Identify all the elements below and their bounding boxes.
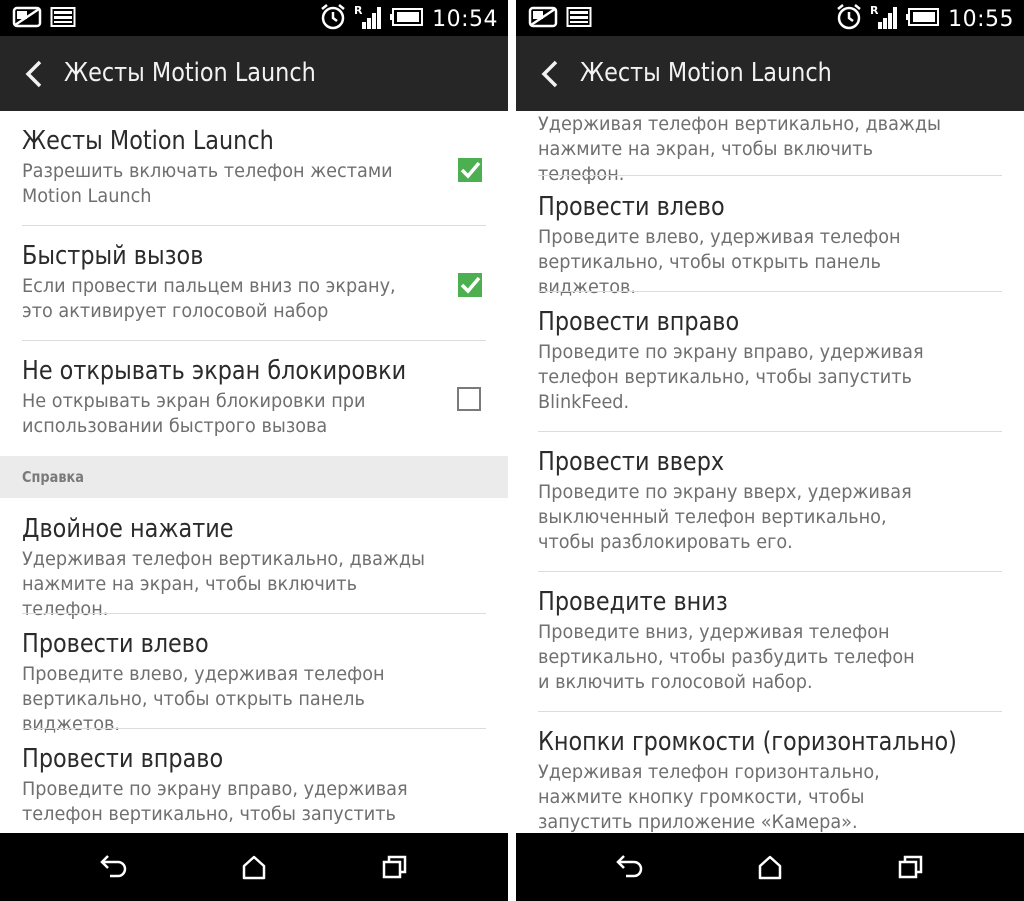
- divider: [22, 613, 486, 614]
- help-description: Проведите вниз, удерживая телефон вертик…: [538, 621, 915, 693]
- divider: [538, 571, 1002, 572]
- signal-roaming-icon: R: [870, 3, 898, 36]
- setting-title: Быстрый вызов: [22, 241, 204, 271]
- setting-skip-lockscreen[interactable]: Не открывать экран блокировки Не открыва…: [22, 355, 486, 439]
- page-title: Жесты Motion Launch: [64, 58, 316, 88]
- action-bar: Жесты Motion Launch: [0, 36, 508, 111]
- help-title: Провести влево: [538, 192, 725, 222]
- back-nav-button[interactable]: [612, 849, 648, 885]
- help-double-tap[interactable]: Двойное нажатие Удерживая телефон вертик…: [22, 513, 486, 622]
- alarm-icon: [320, 3, 346, 36]
- divider: [22, 225, 486, 226]
- setting-description: Разрешить включать телефон жестами Motio…: [22, 160, 393, 207]
- help-description: Проведите влево, удерживая телефон верти…: [538, 226, 901, 298]
- clock: 10:54: [432, 7, 498, 32]
- recents-button[interactable]: [376, 849, 412, 885]
- section-header-help: Справка: [0, 456, 508, 498]
- setting-quick-call[interactable]: Быстрый вызов Если провести пальцем вниз…: [22, 240, 486, 324]
- svg-text:R: R: [354, 4, 363, 17]
- screen-off-icon: [528, 6, 558, 33]
- battery-icon: [906, 6, 940, 33]
- divider: [538, 431, 1002, 432]
- setting-description: Если провести пальцем вниз по экрану, эт…: [22, 275, 396, 322]
- battery-icon: [390, 6, 424, 33]
- help-description: Проведите по экрану вправо, удерживая те…: [22, 778, 408, 825]
- settings-list[interactable]: Жесты Motion Launch Разрешить включать т…: [0, 111, 508, 833]
- help-title: Провести влево: [22, 629, 209, 659]
- help-list[interactable]: Удерживая телефон вертикально, дважды на…: [516, 111, 1024, 833]
- screenshot-separator: [508, 0, 516, 901]
- navigation-bar: [0, 833, 508, 901]
- help-title: Провести вверх: [538, 447, 725, 477]
- setting-title: Жесты Motion Launch: [22, 126, 274, 156]
- divider: [538, 175, 1002, 176]
- image-icon: [566, 6, 592, 33]
- phone-screen-left: R 10:54 Жесты Motion Launch Жесты Motion…: [0, 0, 508, 901]
- help-title: Провести вправо: [538, 307, 740, 337]
- help-swipe-right[interactable]: Провести вправо Проведите по экрану впра…: [22, 743, 486, 827]
- chevron-left-icon: [541, 60, 558, 88]
- status-bar: R 10:54: [0, 0, 508, 36]
- image-icon: [50, 6, 76, 33]
- divider: [22, 728, 486, 729]
- divider: [22, 340, 486, 341]
- back-button[interactable]: [530, 54, 570, 94]
- phone-screen-right: R 10:55 Жесты Motion Launch Удерживая те…: [516, 0, 1024, 901]
- skip-lockscreen-checkbox[interactable]: [457, 387, 481, 411]
- checkmark-icon: [458, 273, 482, 297]
- motion-launch-checkbox[interactable]: [457, 157, 482, 182]
- setting-description: Не открывать экран блокировки при исполь…: [22, 390, 366, 437]
- help-description: Проведите влево, удерживая телефон верти…: [22, 663, 385, 735]
- signal-roaming-icon: R: [354, 3, 382, 36]
- navigation-bar: [516, 833, 1024, 901]
- setting-title: Не открывать экран блокировки: [22, 356, 407, 386]
- help-title: Двойное нажатие: [22, 514, 234, 544]
- help-title: Кнопки громкости (горизонтально): [538, 727, 957, 757]
- status-bar: R 10:55: [516, 0, 1024, 36]
- help-swipe-left[interactable]: Провести влево Проведите влево, удержива…: [22, 628, 486, 737]
- page-title: Жесты Motion Launch: [580, 58, 832, 88]
- divider: [538, 291, 1002, 292]
- recents-icon: [898, 855, 923, 879]
- quick-call-checkbox[interactable]: [457, 272, 482, 297]
- alarm-icon: [836, 3, 862, 36]
- help-title: Провести вправо: [22, 744, 224, 774]
- clock: 10:55: [948, 7, 1014, 32]
- setting-motion-launch[interactable]: Жесты Motion Launch Разрешить включать т…: [22, 125, 486, 209]
- home-icon: [242, 855, 266, 880]
- recents-button[interactable]: [892, 849, 928, 885]
- back-nav-icon: [100, 855, 127, 878]
- home-button[interactable]: [236, 849, 272, 885]
- home-button[interactable]: [752, 849, 788, 885]
- divider: [538, 711, 1002, 712]
- section-label: Справка: [22, 468, 84, 486]
- help-description: Проведите по экрану вправо, удерживая те…: [538, 341, 924, 413]
- back-nav-icon: [616, 855, 643, 878]
- help-swipe-down[interactable]: Проведите вниз Проведите вниз, удерживая…: [538, 586, 1002, 695]
- home-icon: [758, 855, 782, 880]
- help-volume-buttons[interactable]: Кнопки громкости (горизонтально) Удержив…: [538, 726, 1002, 833]
- help-title: Проведите вниз: [538, 587, 728, 617]
- help-swipe-right[interactable]: Провести вправо Проведите по экрану впра…: [538, 306, 1002, 415]
- recents-icon: [382, 855, 407, 879]
- checkmark-icon: [458, 158, 482, 182]
- back-nav-button[interactable]: [96, 849, 132, 885]
- help-description: Удерживая телефон горизонтально, нажмите…: [538, 761, 880, 833]
- help-description: Удерживая телефон вертикально, дважды на…: [22, 548, 426, 620]
- chevron-left-icon: [25, 60, 42, 88]
- svg-text:R: R: [870, 4, 879, 17]
- action-bar: Жесты Motion Launch: [516, 36, 1024, 111]
- help-swipe-up[interactable]: Провести вверх Проведите по экрану вверх…: [538, 446, 1002, 555]
- help-description: Проведите по экрану вверх, удерживая вык…: [538, 481, 912, 553]
- back-button[interactable]: [14, 54, 54, 94]
- help-swipe-left[interactable]: Провести влево Проведите влево, удержива…: [538, 191, 1002, 300]
- screen-off-icon: [12, 6, 42, 33]
